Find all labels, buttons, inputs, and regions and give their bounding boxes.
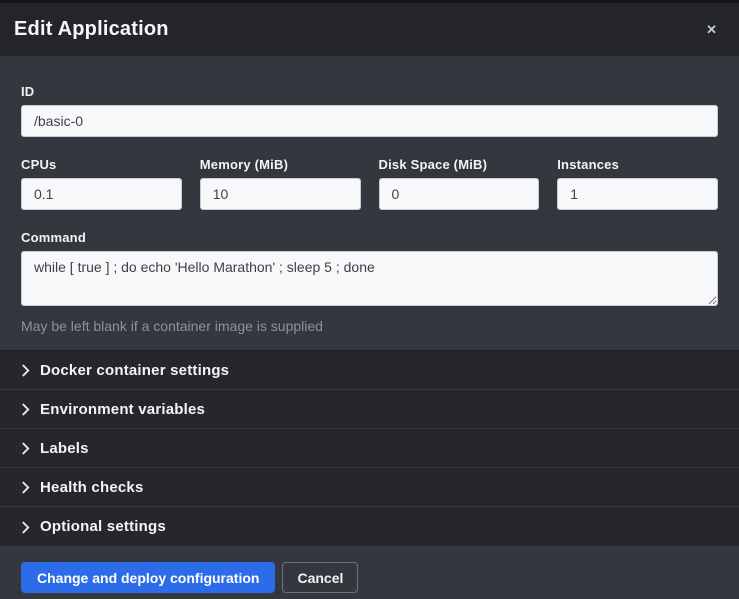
section-docker-container-settings[interactable]: Docker container settings: [0, 351, 739, 390]
modal-footer: Change and deploy configuration Cancel: [0, 546, 739, 599]
chevron-right-icon: [21, 364, 30, 377]
section-label: Labels: [40, 440, 89, 457]
cancel-button[interactable]: Cancel: [282, 562, 358, 593]
section-label: Docker container settings: [40, 362, 229, 379]
disk-input[interactable]: [379, 178, 540, 210]
section-optional-settings[interactable]: Optional settings: [0, 507, 739, 546]
id-input[interactable]: [21, 105, 718, 137]
command-label: Command: [21, 230, 718, 245]
chevron-right-icon: [21, 442, 30, 455]
command-input[interactable]: while [ true ] ; do echo 'Hello Marathon…: [21, 251, 718, 306]
section-label: Optional settings: [40, 518, 166, 535]
disk-field-group: Disk Space (MiB): [379, 157, 540, 210]
memory-label: Memory (MiB): [200, 157, 361, 172]
chevron-right-icon: [21, 403, 30, 416]
change-and-deploy-button[interactable]: Change and deploy configuration: [21, 562, 275, 593]
modal-header: Edit Application ✕: [0, 3, 739, 56]
instances-input[interactable]: [557, 178, 718, 210]
collapsible-sections: Docker container settings Environment va…: [0, 350, 739, 546]
instances-field-group: Instances: [557, 157, 718, 210]
section-health-checks[interactable]: Health checks: [0, 468, 739, 507]
edit-application-form: ID CPUs Memory (MiB) Disk Space (MiB) In…: [0, 56, 739, 350]
close-icon[interactable]: ✕: [700, 19, 723, 40]
instances-label: Instances: [557, 157, 718, 172]
command-help-text: May be left blank if a container image i…: [21, 318, 718, 334]
cpus-field-group: CPUs: [21, 157, 182, 210]
resources-row: CPUs Memory (MiB) Disk Space (MiB) Insta…: [21, 157, 718, 210]
memory-input[interactable]: [200, 178, 361, 210]
disk-label: Disk Space (MiB): [379, 157, 540, 172]
edit-application-modal: Edit Application ✕ ID CPUs Memory (MiB) …: [0, 0, 739, 599]
section-label: Health checks: [40, 479, 143, 496]
cpus-input[interactable]: [21, 178, 182, 210]
section-label: Environment variables: [40, 401, 205, 418]
id-field-group: ID: [21, 84, 718, 137]
section-labels[interactable]: Labels: [0, 429, 739, 468]
modal-title: Edit Application: [14, 18, 169, 41]
chevron-right-icon: [21, 481, 30, 494]
section-environment-variables[interactable]: Environment variables: [0, 390, 739, 429]
memory-field-group: Memory (MiB): [200, 157, 361, 210]
cpus-label: CPUs: [21, 157, 182, 172]
chevron-right-icon: [21, 521, 30, 534]
command-field-group: Command while [ true ] ; do echo 'Hello …: [21, 230, 718, 334]
id-label: ID: [21, 84, 718, 99]
